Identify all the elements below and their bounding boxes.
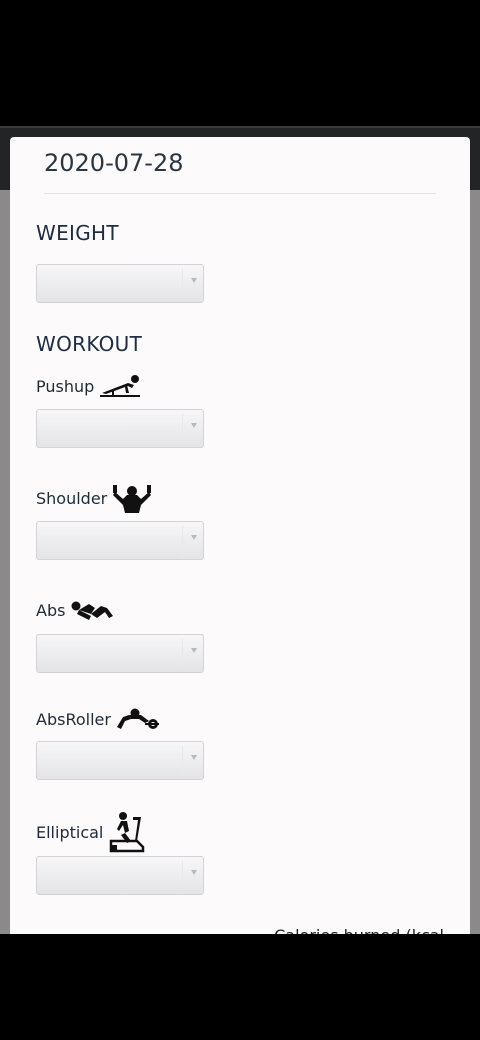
pushup-label-row: Pushup (36, 373, 142, 399)
pushup-select[interactable] (36, 409, 204, 448)
shoulder-icon (113, 485, 152, 513)
select-separator (182, 861, 183, 891)
pushup-label: Pushup (36, 376, 95, 396)
calories-burned-label: Calories burned (kcal (274, 926, 444, 934)
select-separator (182, 269, 183, 299)
select-separator (182, 526, 183, 556)
select-separator (182, 414, 183, 444)
select-separator (182, 746, 183, 776)
shoulder-label-row: Shoulder (36, 483, 153, 513)
chevron-down-icon (191, 423, 197, 428)
entry-dialog: 2020-07-28 WEIGHT WORKOUT Pushup Shoulde… (10, 137, 470, 934)
shoulder-label: Shoulder (36, 488, 108, 508)
absroller-label-row: AbsRoller (36, 707, 161, 731)
abs-label-row: Abs (36, 598, 115, 622)
abs-select[interactable] (36, 634, 204, 673)
chevron-down-icon (191, 870, 197, 875)
elliptical-select[interactable] (36, 856, 204, 895)
elliptical-icon (110, 812, 145, 853)
dialog-date-title: 2020-07-28 (44, 149, 184, 177)
select-separator (182, 639, 183, 669)
weight-heading: WEIGHT (36, 221, 119, 245)
title-divider (44, 193, 436, 194)
workout-heading: WORKOUT (36, 332, 143, 356)
abs-icon (71, 601, 114, 620)
chevron-down-icon (191, 278, 197, 283)
status-bar-area (0, 0, 480, 126)
absroller-label: AbsRoller (36, 709, 111, 729)
chevron-down-icon (191, 535, 197, 540)
pushup-icon (100, 375, 141, 397)
weight-select[interactable] (36, 264, 204, 303)
navigation-bar-area (0, 934, 480, 1040)
elliptical-label-row: Elliptical (36, 811, 147, 853)
chevron-down-icon (191, 648, 197, 653)
shoulder-select[interactable] (36, 521, 204, 560)
elliptical-label: Elliptical (36, 822, 104, 842)
abs-label: Abs (36, 600, 66, 620)
absroller-select[interactable] (36, 741, 204, 780)
absroller-icon (116, 708, 159, 729)
chevron-down-icon (191, 755, 197, 760)
